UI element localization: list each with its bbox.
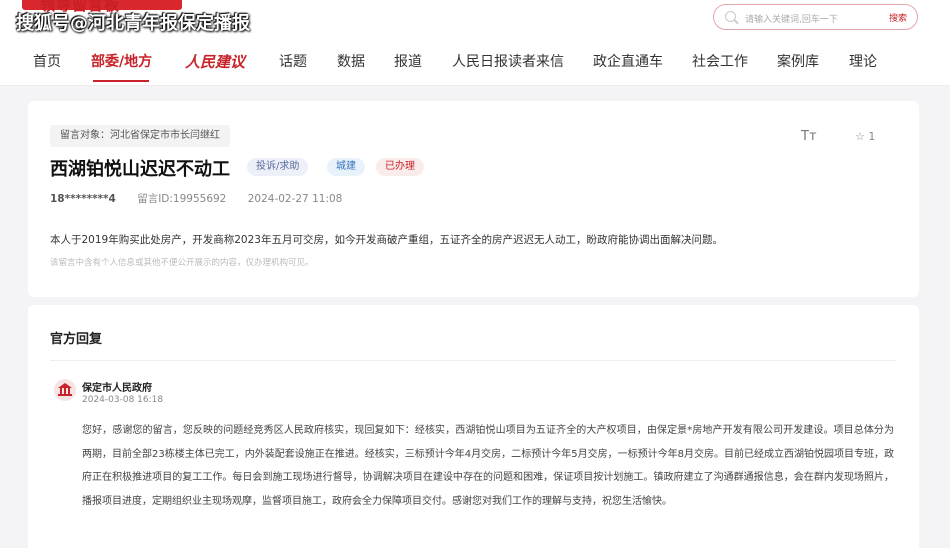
nav-item-home[interactable]: 首页 (33, 51, 61, 71)
message-content: 本人于2019年购买此处房产，开发商称2023年五月可交房，如今开发商破产重组，… (50, 234, 723, 246)
message-meta: 18********4 留言ID:19955692 2024-02-27 11:… (50, 191, 360, 206)
message-card: 留言对象：河北省保定市市长闫继红 西湖铂悦山迟迟不动工 投诉/求助 城建 已办理… (28, 101, 919, 297)
privacy-note: 该留言中含有个人信息或其他不便公开展示的内容，仅办理机构可见。 (50, 258, 314, 268)
watermark: 搜狐号@河北青年报保定播报 (16, 13, 250, 34)
nav-item-case-library[interactable]: 案例库 (777, 51, 819, 71)
status-badge: 已办理 (376, 158, 424, 176)
tag-field[interactable]: 城建 (327, 158, 365, 176)
nav-item-theory[interactable]: 理论 (849, 51, 877, 71)
search-button[interactable]: 搜索 (889, 11, 907, 24)
main-nav: 首页 部委/地方 人民建议 话题 数据 报道 人民日报读者来信 政企直通车 社会… (0, 51, 950, 82)
nav-item-reports[interactable]: 报道 (394, 51, 422, 71)
reply-org-name: 保定市人民政府 (82, 383, 152, 394)
message-user: 18********4 (50, 193, 116, 205)
nav-item-data[interactable]: 数据 (337, 51, 365, 71)
message-target: 留言对象：河北省保定市市长闫继红 (50, 125, 230, 147)
reply-heading: 官方回复 (50, 332, 103, 347)
nav-item-reader-letters[interactable]: 人民日报读者来信 (452, 51, 564, 71)
favorite-star-icon[interactable]: ☆ 1 (855, 130, 875, 143)
font-size-icon[interactable]: Tт (801, 129, 817, 144)
nav-item-people-suggestion[interactable]: 人民建议 (185, 51, 245, 72)
nav-active-underline (93, 80, 149, 82)
message-datetime: 2024-02-27 11:08 (247, 193, 343, 205)
government-building-icon (54, 379, 76, 401)
official-reply-card: 官方回复 保定市人民政府 2024-03-08 16:18 您好，感谢您的留言，… (28, 305, 919, 548)
reply-datetime: 2024-03-08 16:18 (82, 395, 164, 405)
message-title: 西湖铂悦山迟迟不动工 (50, 159, 230, 180)
nav-item-social-work[interactable]: 社会工作 (692, 51, 748, 71)
nav-item-enterprise-express[interactable]: 政企直通车 (593, 51, 663, 71)
search-box[interactable]: 请输入关键词,回车一下 搜索 (713, 4, 918, 30)
nav-item-ministries-local[interactable]: 部委/地方 (91, 51, 152, 71)
tag-category[interactable]: 投诉/求助 (247, 158, 309, 176)
search-icon (725, 11, 736, 22)
message-id: 留言ID:19955692 (137, 193, 227, 205)
reply-body: 您好，感谢您的留言，您反映的问题经竞秀区人民政府核实，现回复如下：经核实，西湖铂… (82, 425, 894, 507)
search-input[interactable]: 请输入关键词,回车一下 (745, 12, 838, 25)
divider (50, 360, 896, 361)
nav-item-topics[interactable]: 话题 (279, 51, 307, 71)
